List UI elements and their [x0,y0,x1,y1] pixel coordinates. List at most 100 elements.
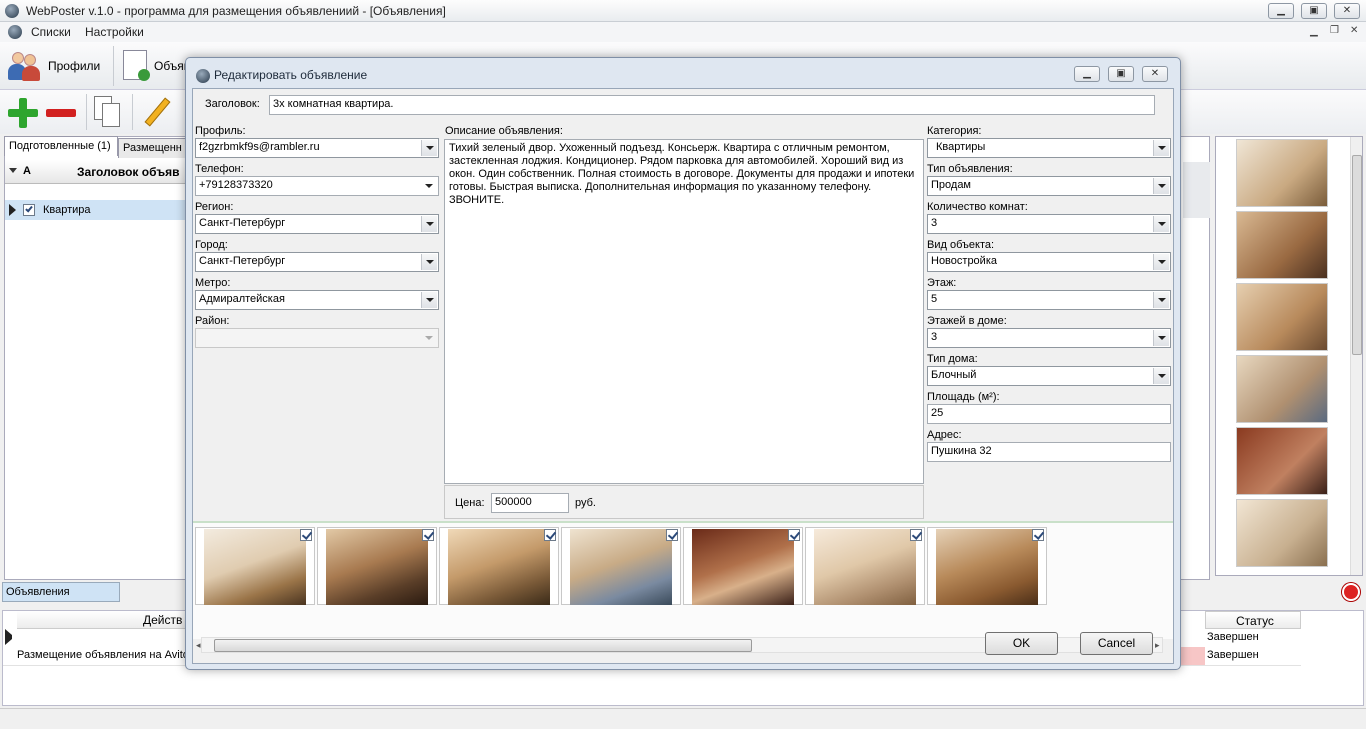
photo-4-image [570,529,672,605]
metro-value: Адмиралтейская [199,293,285,305]
floor-value: 5 [931,293,938,305]
photo-2[interactable] [317,527,437,605]
log-error-cell [1181,647,1205,665]
close-button[interactable]: ✕ [1334,3,1360,19]
log-action-2: Размещение объявления на Avito [17,649,189,661]
scroll-thumb[interactable] [214,639,752,652]
photo-2-checkbox[interactable] [422,529,434,541]
tab-prepared[interactable]: Подготовленные (1) [4,136,118,156]
menu-settings[interactable]: Настройки [85,25,144,39]
city-value: Санкт-Петербург [199,255,286,267]
photo-3[interactable] [439,527,559,605]
photo-6[interactable] [805,527,925,605]
city-select[interactable]: Санкт-Петербург [195,252,439,272]
photo-7[interactable] [927,527,1047,605]
ok-button[interactable]: OK [985,632,1058,655]
dialog-body: Заголовок: 3х комнатная квартира. Профил… [192,88,1174,664]
floors-total-label: Этажей в доме: [927,315,1007,327]
photo-6-checkbox[interactable] [910,529,922,541]
chevron-down-icon [1153,330,1169,346]
rooms-value: 3 [931,217,938,229]
ad-type-select[interactable]: Продам [927,176,1171,196]
photo-1-checkbox[interactable] [300,529,312,541]
photo-4[interactable] [561,527,681,605]
column-title[interactable]: Заголовок объяв [77,165,179,179]
log-status-2: Завершен [1207,649,1259,661]
heading-input[interactable]: 3х комнатная квартира. [269,95,1155,115]
table-row[interactable]: Квартира [5,200,187,220]
side-photo-2[interactable] [1236,211,1328,279]
side-scrollbar[interactable] [1350,137,1362,575]
cancel-button[interactable]: Cancel [1080,632,1153,655]
menu-lists[interactable]: Списки [31,25,71,39]
photo-5-checkbox[interactable] [788,529,800,541]
log-header-status: Статус [1205,611,1301,629]
mdi-restore-icon[interactable]: ❐ [1330,25,1339,36]
profile-label: Профиль: [195,125,246,137]
photo-gallery-side [1215,136,1363,576]
log-row-pointer-icon [5,629,15,645]
area-input[interactable]: 25 [927,404,1171,424]
tab-ads-bottom[interactable]: Объявления [2,582,120,602]
copy-icon[interactable] [94,96,122,128]
chevron-down-icon [1153,368,1169,384]
stop-icon[interactable] [1342,583,1360,601]
row-checkbox[interactable] [23,204,35,216]
scroll-left-icon[interactable]: ◂ [196,640,201,651]
phone-select[interactable]: +79128373320 [195,176,439,196]
photo-4-checkbox[interactable] [666,529,678,541]
app-menu-icon[interactable] [8,25,22,39]
dialog-close-button[interactable]: ✕ [1142,66,1168,82]
region-select[interactable]: Санкт-Петербург [195,214,439,234]
dialog-maximize-button[interactable]: ▣ [1108,66,1134,82]
side-photo-4[interactable] [1236,355,1328,423]
chevron-down-icon [421,292,437,308]
users-icon [8,50,40,82]
side-photo-3[interactable] [1236,283,1328,351]
address-input[interactable]: Пушкина 32 [927,442,1171,462]
status-bar [0,708,1366,729]
category-select[interactable]: Квартиры [927,138,1171,158]
side-photo-1[interactable] [1236,139,1328,207]
dialog-minimize-button[interactable]: ▁ [1074,66,1100,82]
category-label: Категория: [927,125,982,137]
mdi-minimize-icon[interactable]: ▁ [1310,26,1318,37]
profiles-button[interactable]: Профили [6,48,110,84]
photo-strip [193,521,1173,639]
side-photo-6[interactable] [1236,499,1328,567]
description-textarea[interactable]: Тихий зеленый двор. Ухоженный подъезд. К… [444,139,924,484]
profile-select[interactable]: f2gzrbmkf9s@rambler.ru [195,138,439,158]
object-type-select[interactable]: Новостройка [927,252,1171,272]
chevron-down-icon [1153,292,1169,308]
document-add-icon [123,50,150,81]
photo-7-checkbox[interactable] [1032,529,1044,541]
floors-total-select[interactable]: 3 [927,328,1171,348]
ads-button[interactable]: Объявл [120,48,197,84]
toolbar-divider [86,94,87,130]
mdi-close-icon[interactable]: ✕ [1350,25,1358,36]
maximize-button[interactable]: ▣ [1301,3,1327,19]
tab-posted[interactable]: Размещенн [118,138,188,158]
house-type-select[interactable]: Блочный [927,366,1171,386]
floor-select[interactable]: 5 [927,290,1171,310]
rooms-select[interactable]: 3 [927,214,1171,234]
remove-icon[interactable] [46,109,76,117]
edit-pencil-icon[interactable] [142,96,172,128]
column-a[interactable]: A [23,165,31,177]
toolbar-divider [113,46,114,86]
add-icon[interactable] [8,98,38,128]
rooms-label: Количество комнат: [927,201,1028,213]
side-photo-5[interactable] [1236,427,1328,495]
price-input[interactable]: 500000 [491,493,569,513]
minimize-button[interactable]: ▁ [1268,3,1294,19]
photo-5[interactable] [683,527,803,605]
grid-menu-icon[interactable] [9,168,17,173]
photo-3-checkbox[interactable] [544,529,556,541]
photo-1[interactable] [195,527,315,605]
district-select[interactable] [195,328,439,348]
metro-select[interactable]: Адмиралтейская [195,290,439,310]
photo-2-image [326,529,428,605]
scroll-right-icon[interactable]: ▸ [1155,640,1160,651]
photo-5-image [692,529,794,605]
city-label: Город: [195,239,228,251]
